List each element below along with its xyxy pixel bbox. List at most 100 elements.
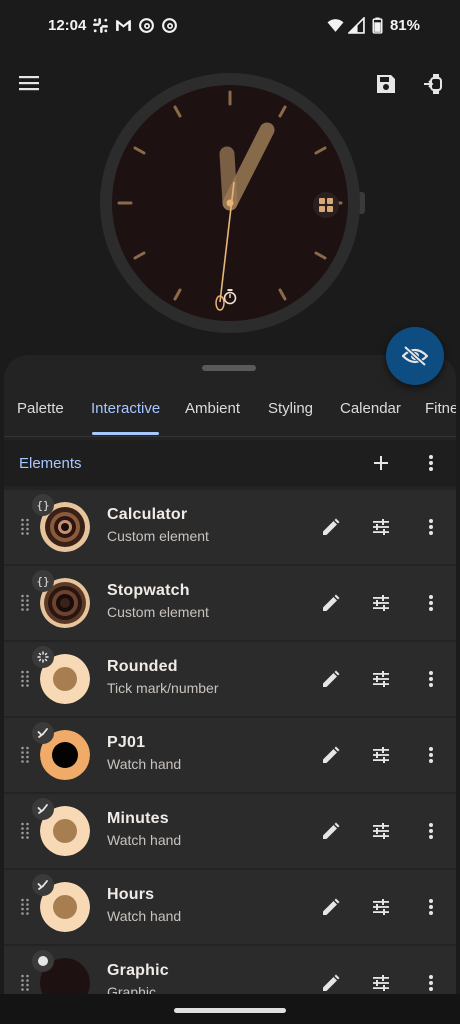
row-more-button[interactable] (416, 664, 446, 694)
row-more-button[interactable] (416, 740, 446, 770)
threads-icon (162, 18, 177, 33)
elements-header: Elements (4, 440, 456, 486)
element-title: PJ01 (107, 734, 146, 751)
hand-icon (37, 880, 48, 890)
add-element-button[interactable] (366, 448, 396, 478)
pencil-icon (323, 822, 340, 839)
element-row[interactable]: Rounded Tick mark/number (4, 642, 456, 716)
status-bar: 12:04 81% (0, 0, 460, 52)
elements-more-button[interactable] (416, 448, 446, 478)
threads-icon (139, 18, 154, 33)
settings-button[interactable] (366, 816, 396, 846)
send-to-watch-button[interactable] (414, 64, 454, 104)
element-subtitle: Tick mark/number (107, 680, 219, 696)
tab-ambient[interactable]: Ambient (185, 400, 240, 417)
element-row[interactable]: PJ01 Watch hand (4, 718, 456, 792)
hand-icon (37, 804, 48, 814)
drag-handle-icon[interactable] (20, 670, 30, 688)
pencil-icon (323, 670, 340, 687)
edit-button[interactable] (316, 664, 346, 694)
tab-styling[interactable]: Styling (268, 400, 313, 417)
settings-button[interactable] (366, 588, 396, 618)
drag-handle-icon[interactable] (20, 898, 30, 916)
element-row[interactable]: {} Stopwatch Custom element (4, 566, 456, 640)
tick-icon (37, 651, 49, 663)
edit-button[interactable] (316, 816, 346, 846)
toggle-visibility-fab[interactable] (386, 327, 444, 385)
settings-button[interactable] (366, 892, 396, 922)
hand-pivot (226, 199, 234, 207)
edit-button[interactable] (316, 892, 346, 922)
row-more-button[interactable] (416, 892, 446, 922)
element-row[interactable]: {} Calculator Custom element (4, 490, 456, 564)
more-vert-icon (429, 455, 433, 471)
settings-button[interactable] (366, 740, 396, 770)
visibility-off-icon (402, 345, 428, 367)
element-subtitle: Custom element (107, 528, 209, 544)
drag-handle-icon[interactable] (20, 518, 30, 536)
settings-button[interactable] (366, 664, 396, 694)
drag-handle-icon[interactable] (20, 746, 30, 764)
drag-handle-icon[interactable] (20, 822, 30, 840)
edit-button[interactable] (316, 512, 346, 542)
edit-button[interactable] (316, 740, 346, 770)
pencil-icon (323, 746, 340, 763)
watch-sync-icon (424, 74, 442, 94)
minute-hand (219, 146, 238, 211)
notification-icons (92, 17, 178, 34)
watch-hand-badge (32, 722, 54, 744)
editor-bottom-sheet: Palette Interactive Ambient Styling Cale… (4, 355, 456, 1024)
graphic-badge (32, 950, 54, 972)
more-vert-icon (429, 595, 433, 611)
tab-palette[interactable]: Palette (17, 400, 64, 417)
element-row[interactable]: Minutes Watch hand (4, 794, 456, 868)
more-vert-icon (429, 975, 433, 991)
hand-icon (37, 728, 48, 738)
pencil-icon (323, 974, 340, 991)
settings-button[interactable] (366, 512, 396, 542)
tab-calendar[interactable]: Calendar (340, 400, 401, 417)
tune-icon (373, 899, 389, 915)
row-more-button[interactable] (416, 512, 446, 542)
elements-title: Elements (19, 455, 82, 472)
more-vert-icon (429, 899, 433, 915)
pencil-icon (323, 518, 340, 535)
tab-interactive[interactable]: Interactive (91, 400, 160, 417)
plus-icon (374, 456, 388, 470)
calculator-complication-icon[interactable] (313, 192, 339, 218)
row-more-button[interactable] (416, 816, 446, 846)
watch-hand-badge (32, 798, 54, 820)
element-title: Hours (107, 886, 155, 903)
element-subtitle: Watch hand (107, 908, 182, 924)
tune-icon (373, 595, 389, 611)
sheet-drag-handle[interactable] (202, 365, 256, 371)
tab-bar: Palette Interactive Ambient Styling Cale… (4, 395, 456, 437)
element-row[interactable]: Hours Watch hand (4, 870, 456, 944)
element-title: Rounded (107, 658, 178, 675)
drag-handle-icon[interactable] (20, 974, 30, 992)
edit-button[interactable] (316, 588, 346, 618)
custom-element-badge: {} (32, 570, 54, 592)
save-button[interactable] (366, 64, 406, 104)
element-title: Minutes (107, 810, 169, 827)
dot-icon (38, 956, 48, 966)
tick-mark-badge (32, 646, 54, 668)
battery-percent: 81% (389, 17, 420, 34)
more-vert-icon (429, 823, 433, 839)
drag-handle-icon[interactable] (20, 594, 30, 612)
row-more-button[interactable] (416, 588, 446, 618)
tab-fitness[interactable]: Fitne (425, 400, 456, 417)
status-right: 81% (327, 17, 420, 34)
more-vert-icon (429, 747, 433, 763)
pencil-icon (323, 898, 340, 915)
pencil-icon (323, 594, 340, 611)
save-icon (377, 75, 395, 93)
home-gesture-pill[interactable] (174, 1008, 286, 1013)
element-title: Graphic (107, 962, 169, 979)
tune-icon (373, 671, 389, 687)
element-subtitle: Watch hand (107, 756, 182, 772)
menu-button[interactable] (9, 63, 49, 103)
tune-icon (373, 975, 389, 991)
watch-face-preview[interactable] (95, 68, 367, 340)
wifi-icon (327, 19, 344, 32)
